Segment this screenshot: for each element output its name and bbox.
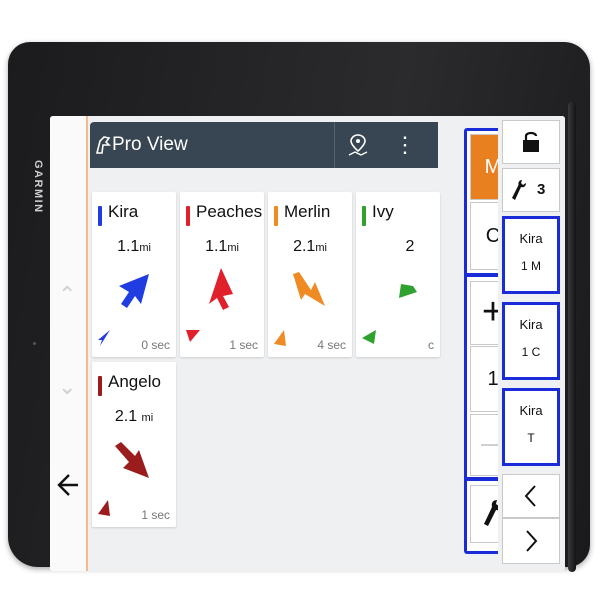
last-update: 4 sec xyxy=(317,338,346,352)
dog-card-peaches[interactable]: Peaches 1.1mi 1 sec xyxy=(180,192,264,357)
distance: 1.1mi xyxy=(117,238,151,255)
dog-card-angelo[interactable]: Angelo 2.1 mi 1 sec xyxy=(92,362,176,527)
direction-arrow-icon xyxy=(293,272,325,306)
dog-select-kira-c[interactable]: Kira 1 C xyxy=(502,302,560,380)
page-back-button[interactable] xyxy=(502,474,560,518)
dog-name: Ivy xyxy=(372,202,394,221)
chevron-left-icon xyxy=(524,485,536,507)
scroll-down-icon[interactable]: ⌄ xyxy=(58,376,76,398)
device-edge xyxy=(568,102,576,572)
color-bar xyxy=(98,206,102,226)
dog-marker-icon xyxy=(186,330,200,342)
last-update: c xyxy=(428,338,434,352)
direction-arrow-icon xyxy=(119,274,149,308)
color-bar xyxy=(98,376,102,396)
scroll-up-icon[interactable]: ⌃ xyxy=(58,284,76,306)
last-update: 1 sec xyxy=(229,338,258,352)
map-button[interactable] xyxy=(334,122,381,168)
dog-card-ivy[interactable]: Ivy 2 c xyxy=(356,192,440,357)
dog-name: Merlin xyxy=(284,202,331,221)
distance: 2.1mi xyxy=(293,238,327,255)
back-arrow-icon xyxy=(57,474,78,496)
dog-card-kira[interactable]: Kira 1.1mi 0 sec xyxy=(92,192,176,357)
right-sidebar: 3 Kira 1 M Kira 1 C Kira T xyxy=(498,116,565,571)
dog-name: Kira xyxy=(519,403,543,418)
dog-marker-icon xyxy=(98,500,110,516)
dog-name: Angelo xyxy=(108,372,161,391)
direction-arrow-icon xyxy=(115,442,149,478)
dog-marker-icon xyxy=(362,330,376,344)
left-strip: ⌃ ⌄ xyxy=(50,116,86,571)
more-menu-button[interactable]: ⋮ xyxy=(382,122,428,168)
tools-button[interactable]: 3 xyxy=(502,168,560,212)
lock-button[interactable] xyxy=(502,120,560,164)
lock-icon xyxy=(523,131,539,152)
mode-label: 1 M xyxy=(520,259,541,273)
dog-name: Kira xyxy=(108,202,139,221)
last-update: 0 sec xyxy=(141,338,170,352)
brand-logo: GARMIN xyxy=(32,160,44,214)
dog-marker-icon xyxy=(98,330,110,346)
header-bar: Pro View ⋮ xyxy=(90,122,438,168)
dog-marker-icon xyxy=(274,330,286,346)
tools-count: 3 xyxy=(537,181,546,198)
mode-label: 1 C xyxy=(521,345,541,359)
dog-card-merlin[interactable]: Merlin 2.1mi 4 sec xyxy=(268,192,352,357)
color-bar xyxy=(186,206,190,226)
chevron-right-icon xyxy=(526,530,538,552)
mode-label: T xyxy=(527,431,535,445)
dog-select-kira-m[interactable]: Kira 1 M xyxy=(502,216,560,294)
direction-arrow-icon xyxy=(399,284,417,298)
distance: 2 xyxy=(405,238,415,255)
dog-name: Kira xyxy=(519,231,543,246)
map-pin-icon xyxy=(348,134,368,156)
page-forward-button[interactable] xyxy=(502,518,560,564)
dog-select-kira-t[interactable]: Kira T xyxy=(502,388,560,466)
distance: 1.1mi xyxy=(205,238,239,255)
dog-name: Peaches xyxy=(196,202,263,221)
wrench-icon xyxy=(512,180,526,200)
dog-list-view: Pro View ⋮ Kira 1.1mi 0 sec Peaches 1.1m… xyxy=(88,116,528,571)
direction-arrow-icon xyxy=(209,268,233,310)
page-title: Pro View xyxy=(112,134,188,155)
color-bar xyxy=(362,206,366,226)
ambient-sensor xyxy=(33,342,36,345)
kebab-menu-icon: ⋮ xyxy=(394,132,416,157)
last-update: 1 sec xyxy=(141,508,170,522)
dog-name: Kira xyxy=(519,317,543,332)
gps-device: GARMIN ⌃ ⌄ Pro View ⋮ Kira 1.1mi 0 sec P… xyxy=(8,42,590,572)
distance: 2.1 mi xyxy=(114,408,154,425)
color-bar xyxy=(274,206,278,226)
screen: ⌃ ⌄ Pro View ⋮ Kira 1.1mi 0 sec Peaches … xyxy=(50,116,565,571)
dog-icon xyxy=(94,133,112,155)
back-button[interactable] xyxy=(50,468,86,502)
